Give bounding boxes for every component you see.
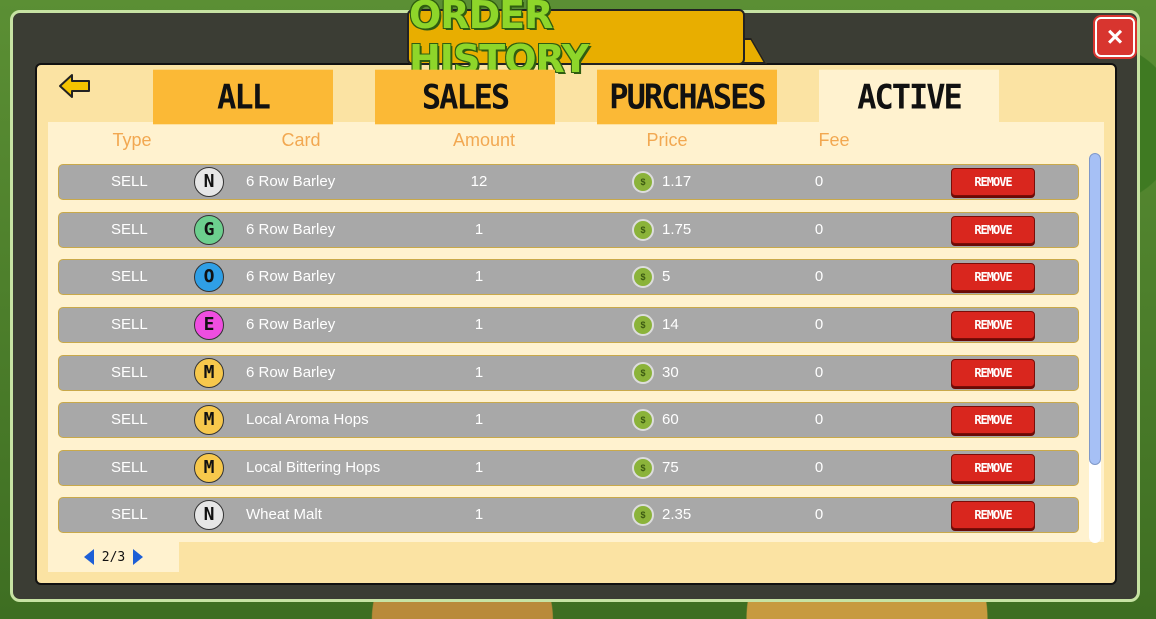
card-name: 6 Row Barley <box>246 173 336 190</box>
order-fee: 0 <box>814 221 824 238</box>
column-header-type: Type <box>112 130 152 150</box>
next-page-icon[interactable] <box>133 549 144 565</box>
order-amount: 1 <box>474 411 484 428</box>
order-amount: 1 <box>474 316 484 333</box>
order-price: 5 <box>662 268 671 285</box>
column-header-amount: Amount <box>452 130 516 150</box>
remove-button[interactable]: REMOVE <box>951 359 1035 387</box>
order-type: SELL <box>111 173 148 190</box>
table-row: SELL G 6 Row Barley 1 $1.75 0 REMOVE <box>58 212 1079 248</box>
order-fee: 0 <box>814 459 824 476</box>
title-plate: ORDER HISTORY <box>407 0 745 81</box>
currency-coin-icon: $ <box>632 266 654 288</box>
card-name: Local Bittering Hops <box>246 459 381 476</box>
tab-label: SALES <box>421 77 510 117</box>
order-amount: 1 <box>474 459 484 476</box>
table-row: SELL O 6 Row Barley 1 $5 0 REMOVE <box>58 259 1079 295</box>
prev-page-icon[interactable] <box>83 549 94 565</box>
currency-coin-icon: $ <box>632 362 654 384</box>
tab-label: ALL <box>217 77 271 117</box>
close-icon: × <box>1106 21 1124 52</box>
table-row: SELL M Local Bittering Hops 1 $75 0 REMOVE <box>58 450 1079 486</box>
rarity-badge: M <box>194 358 224 388</box>
remove-button[interactable]: REMOVE <box>951 216 1035 244</box>
page-indicator: 2/3 <box>101 549 126 565</box>
order-type: SELL <box>111 316 148 333</box>
currency-coin-icon: $ <box>632 409 654 431</box>
close-button[interactable]: × <box>1095 17 1135 57</box>
card-name: 6 Row Barley <box>246 364 336 381</box>
scrollbar-thumb[interactable] <box>1089 153 1101 465</box>
order-type: SELL <box>111 268 148 285</box>
order-price: 1.75 <box>662 221 692 238</box>
remove-button[interactable]: REMOVE <box>951 406 1035 434</box>
order-price: 30 <box>662 364 679 381</box>
order-type: SELL <box>111 506 148 523</box>
order-type: SELL <box>111 411 148 428</box>
column-header-fee: Fee <box>818 130 850 150</box>
order-amount: 1 <box>474 506 484 523</box>
column-header-price: Price <box>646 130 688 150</box>
rarity-badge: M <box>194 405 224 435</box>
back-arrow-icon[interactable] <box>58 72 92 100</box>
order-amount: 1 <box>474 221 484 238</box>
rarity-badge: M <box>194 453 224 483</box>
card-name: Local Aroma Hops <box>246 411 369 428</box>
table-row: SELL M 6 Row Barley 1 $30 0 REMOVE <box>58 355 1079 391</box>
card-name: 6 Row Barley <box>246 221 336 238</box>
rarity-badge: E <box>194 310 224 340</box>
order-price: 14 <box>662 316 679 333</box>
tab-all[interactable]: ALL <box>153 69 333 125</box>
order-amount: 12 <box>470 173 488 190</box>
order-amount: 1 <box>474 268 484 285</box>
table-row: SELL N Wheat Malt 1 $2.35 0 REMOVE <box>58 497 1079 533</box>
remove-button[interactable]: REMOVE <box>951 454 1035 482</box>
table-row: SELL N 6 Row Barley 12 $1.17 0 REMOVE <box>58 164 1079 200</box>
rarity-badge: N <box>194 500 224 530</box>
order-fee: 0 <box>814 316 824 333</box>
order-type: SELL <box>111 364 148 381</box>
table-row: SELL E 6 Row Barley 1 $14 0 REMOVE <box>58 307 1079 343</box>
order-type: SELL <box>111 221 148 238</box>
remove-button[interactable]: REMOVE <box>951 501 1035 529</box>
tab-purchases[interactable]: PURCHASES <box>597 69 777 125</box>
currency-coin-icon: $ <box>632 219 654 241</box>
remove-button[interactable]: REMOVE <box>951 168 1035 196</box>
order-fee: 0 <box>814 173 824 190</box>
card-name: 6 Row Barley <box>246 268 336 285</box>
order-fee: 0 <box>814 364 824 381</box>
currency-coin-icon: $ <box>632 171 654 193</box>
order-type: SELL <box>111 459 148 476</box>
rarity-badge: G <box>194 215 224 245</box>
column-header-card: Card <box>281 130 321 150</box>
tab-sales[interactable]: SALES <box>375 69 555 125</box>
card-name: 6 Row Barley <box>246 316 336 333</box>
order-amount: 1 <box>474 364 484 381</box>
remove-button[interactable]: REMOVE <box>951 311 1035 339</box>
remove-button[interactable]: REMOVE <box>951 263 1035 291</box>
tab-label: PURCHASES <box>609 77 766 117</box>
tab-label: ACTIVE <box>857 77 963 117</box>
order-fee: 0 <box>814 268 824 285</box>
currency-coin-icon: $ <box>632 314 654 336</box>
currency-coin-icon: $ <box>632 457 654 479</box>
order-price: 60 <box>662 411 679 428</box>
rarity-badge: O <box>194 262 224 292</box>
order-price: 75 <box>662 459 679 476</box>
pagination: 2/3 <box>48 542 179 572</box>
currency-coin-icon: $ <box>632 504 654 526</box>
order-price: 2.35 <box>662 506 692 523</box>
rarity-badge: N <box>194 167 224 197</box>
tab-active[interactable]: ACTIVE <box>819 69 999 125</box>
order-fee: 0 <box>814 411 824 428</box>
card-name: Wheat Malt <box>246 506 322 523</box>
table-row: SELL M Local Aroma Hops 1 $60 0 REMOVE <box>58 402 1079 438</box>
order-fee: 0 <box>814 506 824 523</box>
order-price: 1.17 <box>662 173 692 190</box>
